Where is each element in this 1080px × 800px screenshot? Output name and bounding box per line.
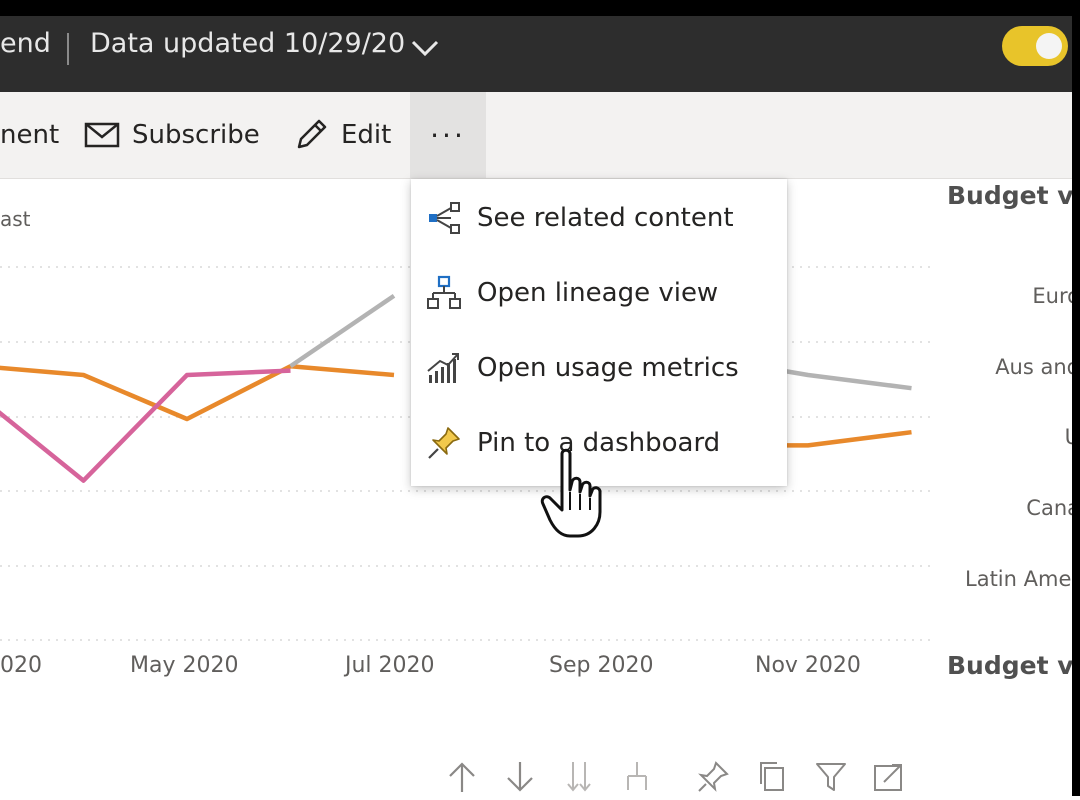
visual-title: Budget v B: [947, 181, 1072, 210]
arrow-down-icon[interactable]: [504, 760, 536, 798]
pin-icon: [425, 424, 463, 462]
menu-item-label: See related content: [477, 203, 734, 233]
lineage-icon: [425, 274, 463, 312]
video-letterbox: [0, 0, 1080, 16]
menu-item-open-lineage-view[interactable]: Open lineage view: [411, 256, 787, 330]
toggle-knob: [1036, 33, 1062, 59]
new-look-toggle[interactable]: [1002, 26, 1068, 66]
category-label: Euro: [1032, 284, 1072, 308]
x-tick-label: Jul 2020: [345, 653, 435, 678]
edit-button[interactable]: Edit: [293, 92, 391, 178]
subscribe-button[interactable]: Subscribe: [84, 92, 260, 178]
header-divider: [67, 33, 69, 65]
drill-down-icon[interactable]: [620, 760, 654, 798]
more-options-button[interactable]: ···: [410, 92, 486, 178]
usage-metrics-icon: [425, 349, 463, 387]
mail-icon: [84, 122, 120, 148]
budget-visual-panel: Budget v B Euro Aus and U Cana Latin Ame…: [935, 179, 1072, 796]
pencil-icon: [297, 119, 327, 149]
menu-item-label: Open lineage view: [477, 278, 719, 308]
x-tick-label: 020: [0, 653, 42, 678]
series-line: [289, 293, 396, 369]
video-letterbox-right: [1072, 0, 1080, 796]
x-tick-label: Nov 2020: [755, 653, 861, 678]
menu-item-open-usage-metrics[interactable]: Open usage metrics: [411, 331, 787, 405]
filter-icon[interactable]: [814, 760, 848, 798]
pin-icon[interactable]: [696, 760, 730, 798]
category-label: U: [1065, 425, 1072, 449]
hand-pointer-cursor: [540, 448, 602, 538]
x-tick-label: May 2020: [130, 653, 239, 678]
data-updated-label[interactable]: Data updated 10/29/20: [90, 28, 405, 59]
expand-all-down-icon[interactable]: [562, 760, 596, 798]
copy-icon[interactable]: [756, 760, 790, 798]
x-tick-label: Sep 2020: [549, 653, 654, 678]
report-title: end: [0, 28, 51, 59]
more-options-menu: See related content Open lineage view Op…: [411, 179, 787, 486]
category-label: Latin Amer: [965, 567, 1072, 591]
category-label: Aus and: [995, 355, 1072, 379]
menu-item-see-related-content[interactable]: See related content: [411, 181, 787, 255]
category-label: Cana: [1026, 496, 1072, 520]
edit-label: Edit: [341, 120, 392, 150]
visual-title: Budget v B: [947, 651, 1072, 680]
comment-label: nent: [0, 120, 60, 150]
comment-button[interactable]: nent: [0, 92, 59, 178]
subscribe-label: Subscribe: [132, 120, 260, 150]
focus-mode-icon[interactable]: [872, 760, 906, 798]
report-header: end Data updated 10/29/20: [0, 16, 1072, 92]
menu-item-label: Open usage metrics: [477, 353, 739, 383]
related-content-icon: [425, 199, 463, 237]
action-bar: nent Subscribe Edit ···: [0, 92, 1072, 179]
arrow-up-icon[interactable]: [446, 760, 478, 798]
chevron-down-icon[interactable]: [410, 36, 440, 60]
